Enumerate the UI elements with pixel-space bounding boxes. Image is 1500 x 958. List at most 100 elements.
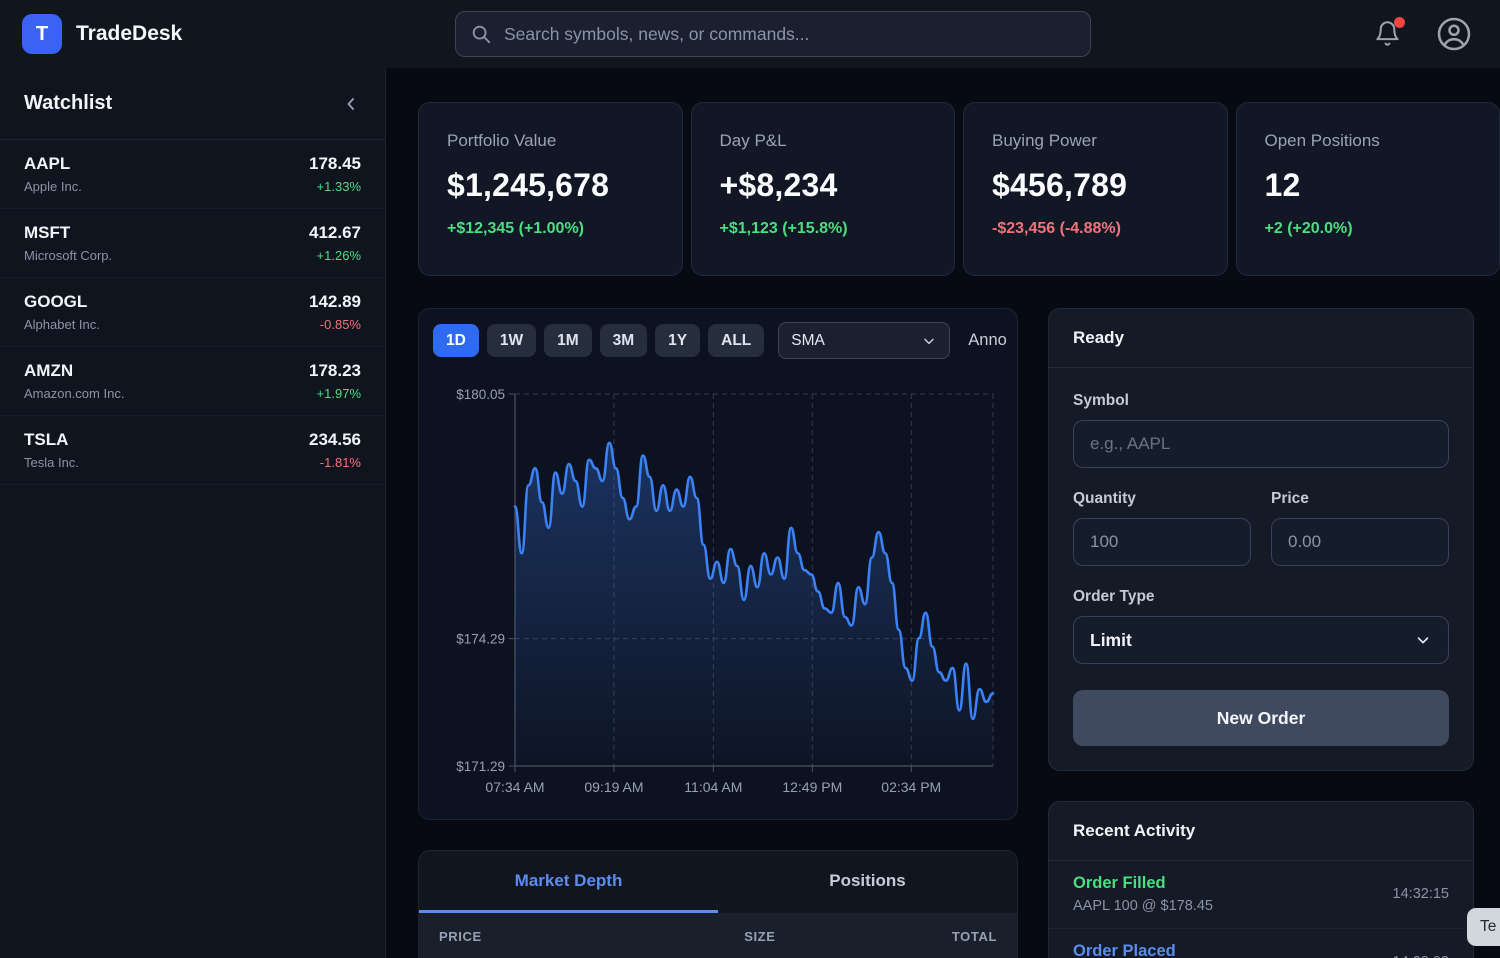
- order-type-select[interactable]: Limit: [1073, 616, 1449, 664]
- tab-market-depth[interactable]: Market Depth: [419, 851, 718, 913]
- timeframe-button-1y[interactable]: 1Y: [655, 324, 700, 357]
- change: +1.26%: [309, 248, 361, 263]
- order-entry-panel: Ready Symbol Quantity Price: [1048, 308, 1474, 771]
- change: -0.85%: [309, 317, 361, 332]
- price-chart-card: 1D 1W 1M 3M 1Y ALL SMA Anno $180.05 $174.…: [418, 308, 1018, 820]
- search-bar[interactable]: [455, 11, 1091, 57]
- svg-text:$171.29: $171.29: [456, 759, 505, 774]
- stat-label: Open Positions: [1265, 131, 1472, 151]
- notifications-button[interactable]: [1374, 20, 1402, 48]
- logo-letter: T: [36, 23, 48, 46]
- top-bar: T TradeDesk: [0, 0, 1500, 68]
- stats-row: Portfolio Value $1,245,678 +$12,345 (+1.…: [418, 102, 1500, 276]
- activity-detail: AAPL 100 @ $178.45: [1073, 898, 1213, 914]
- app-title: TradeDesk: [76, 22, 182, 46]
- tab-positions[interactable]: Positions: [718, 851, 1017, 913]
- bottom-tabs: Market Depth Positions: [419, 851, 1017, 913]
- chart-area-fill: [515, 443, 993, 766]
- chart-toolbar: 1D 1W 1M 3M 1Y ALL SMA Anno: [419, 309, 1017, 368]
- column-size: SIZE: [662, 929, 857, 944]
- watchlist-row-googl[interactable]: GOOGL Alphabet Inc. 142.89 -0.85%: [0, 278, 385, 347]
- timeframe-button-3m[interactable]: 3M: [600, 324, 648, 357]
- indicator-select[interactable]: SMA: [778, 322, 950, 359]
- symbol-label: Symbol: [1073, 392, 1449, 410]
- stat-label: Buying Power: [992, 131, 1199, 151]
- activity-row-order-placed[interactable]: Order Placed MSFT 50 @ $412.50 Limit 14:…: [1049, 929, 1473, 958]
- symbol: MSFT: [24, 223, 112, 243]
- stat-value: +$8,234: [720, 167, 927, 204]
- symbol: GOOGL: [24, 292, 100, 312]
- chevron-down-icon: [1414, 631, 1432, 649]
- chevron-down-icon: [921, 333, 937, 349]
- symbol: TSLA: [24, 430, 79, 450]
- company-name: Amazon.com Inc.: [24, 386, 124, 401]
- stat-value: $456,789: [992, 167, 1199, 204]
- column-total: TOTAL: [857, 929, 997, 944]
- activity-status: Order Placed: [1073, 942, 1242, 958]
- svg-text:12:49 PM: 12:49 PM: [782, 779, 842, 795]
- recent-activity-panel: Recent Activity Order Filled AAPL 100 @ …: [1048, 801, 1474, 958]
- stat-label: Day P&L: [720, 131, 927, 151]
- activity-time: 14:28:03: [1393, 954, 1449, 958]
- stat-change: +$12,345 (+1.00%): [447, 220, 654, 238]
- symbol-input[interactable]: [1073, 420, 1449, 468]
- stat-value: $1,245,678: [447, 167, 654, 204]
- indicator-value: SMA: [791, 332, 825, 350]
- stat-card-open-positions: Open Positions 12 +2 (+20.0%): [1236, 102, 1500, 276]
- collapse-sidebar-icon[interactable]: [341, 94, 361, 114]
- svg-text:07:34 AM: 07:34 AM: [485, 779, 544, 795]
- annotations-label: Anno: [968, 331, 1007, 350]
- svg-text:$180.05: $180.05: [456, 387, 505, 402]
- stat-card-portfolio-value: Portfolio Value $1,245,678 +$12,345 (+1.…: [418, 102, 683, 276]
- price-label: Price: [1271, 490, 1449, 508]
- price-chart[interactable]: $180.05 $174.29 $171.29 07:34 AM 09:19 AM 11:…: [427, 368, 1011, 814]
- activity-row-order-filled[interactable]: Order Filled AAPL 100 @ $178.45 14:32:15: [1049, 861, 1473, 929]
- toast-notification[interactable]: Te: [1467, 908, 1500, 946]
- order-type-value: Limit: [1090, 630, 1132, 651]
- change: -1.81%: [309, 455, 361, 470]
- timeframe-button-1w[interactable]: 1W: [487, 324, 536, 357]
- order-status: Ready: [1073, 328, 1124, 347]
- timeframe-button-1m[interactable]: 1M: [544, 324, 592, 357]
- depth-table-header: PRICE SIZE TOTAL: [419, 913, 1017, 958]
- company-name: Apple Inc.: [24, 179, 82, 194]
- avatar-icon: [1436, 16, 1472, 52]
- watchlist-title: Watchlist: [24, 92, 112, 115]
- svg-text:11:04 AM: 11:04 AM: [684, 779, 742, 795]
- activity-status: Order Filled: [1073, 874, 1213, 893]
- price: 178.45: [309, 154, 361, 174]
- symbol: AMZN: [24, 361, 124, 381]
- svg-text:02:34 PM: 02:34 PM: [881, 779, 941, 795]
- stat-label: Portfolio Value: [447, 131, 654, 151]
- price: 178.23: [309, 361, 361, 381]
- timeframe-button-1d[interactable]: 1D: [433, 324, 479, 357]
- watchlist-row-msft[interactable]: MSFT Microsoft Corp. 412.67 +1.26%: [0, 209, 385, 278]
- company-name: Tesla Inc.: [24, 455, 79, 470]
- change: +1.97%: [309, 386, 361, 401]
- market-depth-card: Market Depth Positions PRICE SIZE TOTAL: [418, 850, 1018, 958]
- timeframe-button-all[interactable]: ALL: [708, 324, 764, 357]
- search-icon: [470, 23, 492, 45]
- column-price: PRICE: [439, 929, 662, 944]
- activity-time: 14:32:15: [1393, 886, 1449, 902]
- order-type-label: Order Type: [1073, 588, 1449, 606]
- stat-card-day-pnl: Day P&L +$8,234 +$1,123 (+15.8%): [691, 102, 956, 276]
- new-order-button[interactable]: New Order: [1073, 690, 1449, 746]
- symbol: AAPL: [24, 154, 82, 174]
- watchlist-row-aapl[interactable]: AAPL Apple Inc. 178.45 +1.33%: [0, 140, 385, 209]
- search-input[interactable]: [504, 24, 1076, 45]
- quantity-input[interactable]: [1073, 518, 1251, 566]
- price-input[interactable]: [1271, 518, 1449, 566]
- price: 234.56: [309, 430, 361, 450]
- main-content: Portfolio Value $1,245,678 +$12,345 (+1.…: [386, 68, 1500, 958]
- profile-button[interactable]: [1436, 16, 1472, 52]
- svg-text:$174.29: $174.29: [456, 632, 505, 647]
- watchlist-row-amzn[interactable]: AMZN Amazon.com Inc. 178.23 +1.97%: [0, 347, 385, 416]
- svg-text:09:19 AM: 09:19 AM: [584, 779, 643, 795]
- company-name: Microsoft Corp.: [24, 248, 112, 263]
- watchlist-row-tsla[interactable]: TSLA Tesla Inc. 234.56 -1.81%: [0, 416, 385, 485]
- price: 412.67: [309, 223, 361, 243]
- notification-dot: [1394, 17, 1405, 28]
- stat-change: +$1,123 (+15.8%): [720, 220, 927, 238]
- app-logo: T: [22, 14, 62, 54]
